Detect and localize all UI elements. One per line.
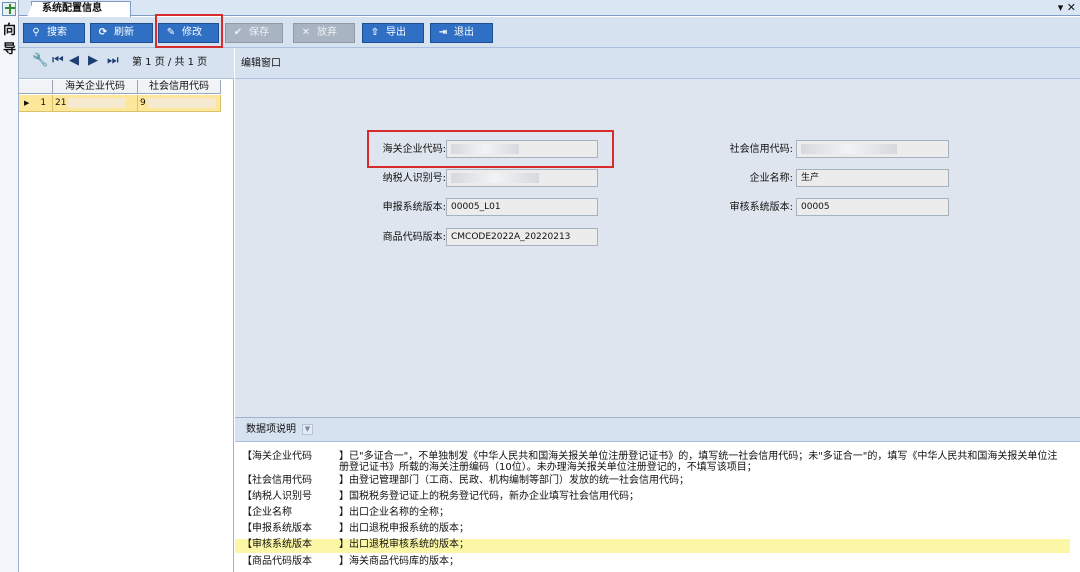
discard-button-label: 放弃 [317, 27, 337, 38]
redaction-mask [147, 97, 216, 108]
row-pointer-icon: ▶ [24, 99, 30, 107]
grid-header-customs-code[interactable]: 海关企业代码 [53, 80, 138, 94]
row-number: 1 [40, 98, 47, 108]
tab-system-config[interactable]: 系统配置信息 [27, 1, 131, 17]
cell-customs-code: 21 [53, 95, 138, 112]
edit-button-label: 修改 [182, 27, 202, 38]
exit-button[interactable]: ⇥ 退出 [430, 23, 493, 43]
cell-credit-code-value: 9 [140, 98, 146, 108]
description-text: 】海关商品代码库的版本； [339, 556, 459, 567]
pager: 🔧 ⏮ ◀ ▶ ⏭ 第 1 页 / 共 1 页 [19, 48, 234, 79]
save-button-label: 保存 [249, 27, 269, 38]
description-row: 【纳税人识别号 】国税税务登记证上的税务登记代码，新办企业填写社会信用代码； [235, 491, 1070, 504]
record-list-panel: 🔧 ⏮ ◀ ▶ ⏭ 第 1 页 / 共 1 页 海关企业代码 社会信用代码 ▶ 1… [19, 48, 234, 572]
description-row: 【社会信用代码 】由登记管理部门（工商、民政、机构编制等部门）发放的统一社会信用代… [235, 475, 1070, 488]
wizard-label[interactable]: 向导 [2, 21, 17, 59]
first-page-icon[interactable]: ⏮ [52, 54, 64, 68]
description-text: 】国税税务登记证上的税务登记代码，新办企业填写社会信用代码； [339, 491, 639, 502]
redaction-mask [68, 97, 127, 108]
search-button-label: 搜索 [47, 27, 67, 38]
description-text: 】出口退税申报系统的版本； [339, 523, 469, 534]
wizard-icon[interactable] [2, 2, 16, 16]
export-button-label: 导出 [386, 27, 406, 38]
discard-button[interactable]: ✕ 放弃 [293, 23, 355, 43]
export-button[interactable]: ⇧ 导出 [362, 23, 424, 43]
taxpayer-id-field[interactable] [446, 169, 598, 187]
wrench-icon[interactable]: 🔧 [32, 54, 48, 68]
row-indicator: ▶ 1 [19, 95, 53, 112]
review-version-label: 审核系统版本: [729, 202, 793, 213]
description-key: 【审核系统版本 [242, 539, 312, 550]
description-row: 【商品代码版本 】海关商品代码库的版本； [235, 556, 1070, 569]
exit-button-label: 退出 [454, 27, 474, 38]
chevron-down-icon[interactable]: ▼ [302, 423, 313, 435]
description-title: 数据项说明 [246, 424, 296, 435]
edit-panel: 编辑窗口 海关企业代码: 社会信用代码: 纳税人识别号: 企业名称: 生产 申报… [235, 48, 1080, 572]
edit-form: 海关企业代码: 社会信用代码: 纳税人识别号: 企业名称: 生产 申报系统版本:… [235, 79, 1080, 417]
tab-bar: 系统配置信息 ▾ ✕ [19, 0, 1080, 17]
description-text: 】由登记管理部门（工商、民政、机构编制等部门）发放的统一社会信用代码； [339, 475, 689, 486]
credit-code-label: 社会信用代码: [729, 144, 793, 155]
description-key: 【海关企业代码 [242, 451, 312, 462]
goods-code-version-label: 商品代码版本: [382, 232, 446, 243]
tab-title: 系统配置信息 [42, 3, 102, 14]
search-button[interactable]: ⚲ 搜索 [23, 23, 85, 43]
description-header[interactable]: 数据项说明 ▼ [235, 418, 1080, 442]
check-icon: ✔ [233, 27, 243, 38]
review-version-field[interactable]: 00005 [796, 198, 949, 216]
declaration-version-field[interactable]: 00005_L01 [446, 198, 598, 216]
grid-header-credit-code[interactable]: 社会信用代码 [138, 80, 221, 94]
redacted-value [801, 143, 897, 154]
pager-text: 第 1 页 / 共 1 页 [132, 57, 208, 68]
refresh-button[interactable]: ⟳ 刷新 [90, 23, 153, 43]
customs-code-label: 海关企业代码: [382, 144, 446, 155]
description-row: 【企业名称 】出口企业名称的全称； [235, 507, 1070, 520]
prev-page-icon[interactable]: ◀ [69, 54, 79, 68]
customs-code-field[interactable] [446, 140, 598, 158]
description-key: 【申报系统版本 [242, 523, 312, 534]
wizard-strip: 向导 [0, 0, 19, 572]
goods-code-version-field[interactable]: CMCODE2022A_20220213 [446, 228, 598, 246]
description-row: 【海关企业代码 】已"多证合一"，不单独制发《中华人民共和国海关报关单位注册登记证… [235, 451, 1070, 474]
description-row: 【申报系统版本 】出口退税申报系统的版本； [235, 523, 1070, 536]
app-window: 向导 系统配置信息 ▾ ✕ ⚲ 搜索 ⟳ 刷新 ✎ 修改 ✔ 保存 ✕ 放弃 ⇧ 导出 ⇥ 退… [0, 0, 1080, 572]
redacted-value [451, 172, 539, 183]
cell-customs-code-value: 21 [55, 98, 67, 108]
window-controls-icon[interactable]: ▾ ✕ [1058, 1, 1076, 15]
upload-icon: ⇧ [370, 27, 380, 38]
grid-rownum-header [19, 80, 53, 94]
description-text: 】出口退税审核系统的版本； [339, 539, 469, 550]
last-page-icon[interactable]: ⏭ [107, 54, 119, 68]
edit-button[interactable]: ✎ 修改 [158, 23, 219, 43]
exit-icon: ⇥ [438, 27, 448, 38]
toolbar: ⚲ 搜索 ⟳ 刷新 ✎ 修改 ✔ 保存 ✕ 放弃 ⇧ 导出 ⇥ 退出 [19, 17, 1080, 48]
table-row[interactable]: ▶ 1 21 9 [19, 95, 221, 112]
description-key: 【纳税人识别号 [242, 491, 312, 502]
tab-corner [27, 2, 33, 17]
cell-credit-code: 9 [138, 95, 221, 112]
field-description-panel: 数据项说明 ▼ 【海关企业代码 】已"多证合一"，不单独制发《中华人民共和国海关报关… [235, 417, 1080, 572]
description-key: 【企业名称 [242, 507, 292, 518]
description-row-selected: 【审核系统版本 】出口退税审核系统的版本； [235, 539, 1070, 553]
company-name-field[interactable]: 生产 [796, 169, 949, 187]
description-key: 【社会信用代码 [242, 475, 312, 486]
description-text: 】出口企业名称的全称； [339, 507, 449, 518]
company-name-label: 企业名称: [749, 173, 793, 184]
search-icon: ⚲ [32, 27, 40, 38]
edit-panel-title: 编辑窗口 [235, 48, 1080, 79]
description-key: 【商品代码版本 [242, 556, 312, 567]
taxpayer-id-label: 纳税人识别号: [382, 173, 446, 184]
refresh-button-label: 刷新 [114, 27, 134, 38]
redacted-value [451, 143, 519, 154]
grid-header: 海关企业代码 社会信用代码 [19, 80, 221, 94]
edit-icon: ✎ [166, 27, 176, 38]
declaration-version-label: 申报系统版本: [382, 202, 446, 213]
description-text: 】已"多证合一"，不单独制发《中华人民共和国海关报关单位注册登记证书》的，填写统… [339, 451, 1058, 473]
next-page-icon[interactable]: ▶ [88, 54, 98, 68]
close-icon: ✕ [301, 27, 311, 38]
refresh-icon: ⟳ [98, 27, 108, 38]
credit-code-field[interactable] [796, 140, 949, 158]
save-button[interactable]: ✔ 保存 [225, 23, 283, 43]
